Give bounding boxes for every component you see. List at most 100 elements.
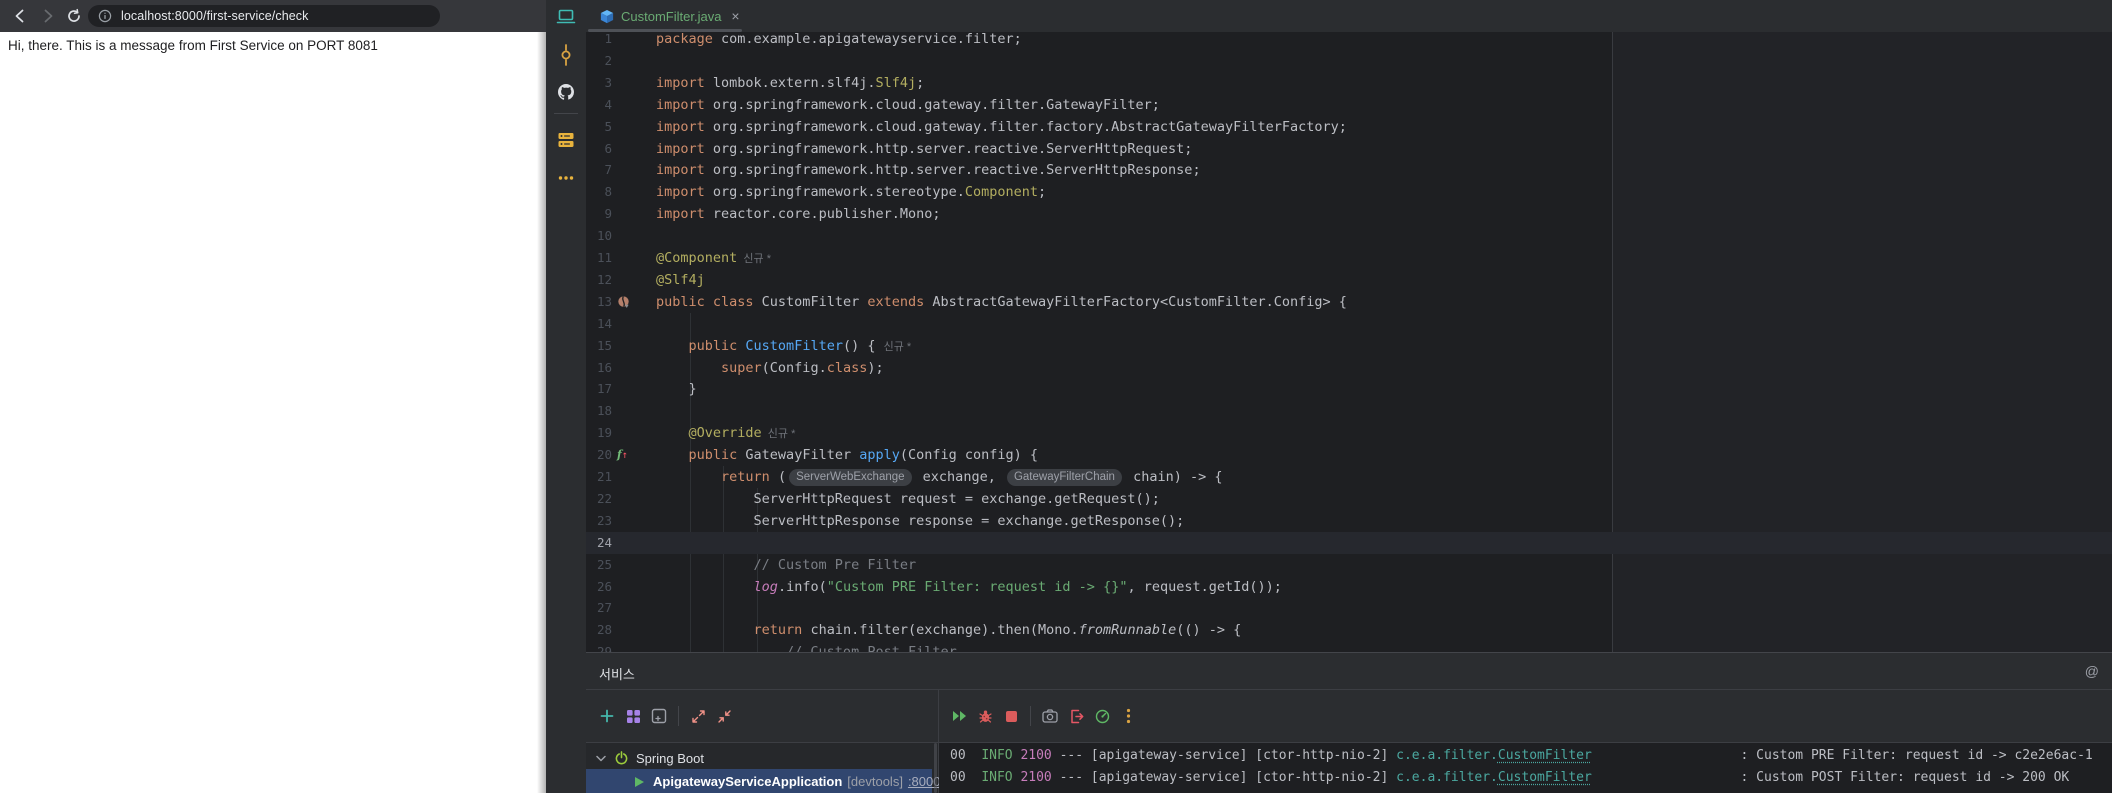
url-bar[interactable]: localhost:8000/first-service/check (88, 5, 440, 27)
logger-class-link[interactable]: CustomFilter (1498, 748, 1592, 763)
code-token: import (656, 74, 713, 91)
rerun-button[interactable] (946, 703, 972, 729)
screen: localhost:8000/first-service/check Hi, t… (0, 0, 2112, 793)
code-token: exchange, (914, 469, 1004, 485)
services-icon[interactable] (556, 130, 576, 150)
code-line[interactable]: 25 // Custom Pre Filter (586, 554, 2112, 576)
mention-at-icon[interactable]: @ (2085, 663, 2099, 679)
code-line[interactable]: 1 package com.example.apigatewayservice.f… (586, 32, 2112, 50)
tree-row-spring-boot[interactable]: Spring Boot (586, 747, 938, 769)
code-line[interactable]: 4 import org.springframework.cloud.gatewa… (586, 94, 2112, 116)
code-text: // Custom Post Filter (656, 641, 957, 652)
code-line[interactable]: 18 (586, 400, 2112, 422)
code-line[interactable]: 16 super(Config.class); (586, 357, 2112, 379)
code-line[interactable]: 10 (586, 225, 2112, 247)
line-number: 24 (596, 534, 612, 550)
code-line[interactable]: 27 (586, 597, 2112, 619)
code-line[interactable]: 20 f↑ public GatewayFilter apply(Config c… (586, 444, 2112, 466)
line-number: 20 (596, 447, 612, 463)
code-line[interactable]: 3 import lombok.extern.slf4j.Slf4j; (586, 72, 2112, 94)
add-service-button[interactable] (594, 703, 620, 729)
code-token: com.example.apigatewayservice.filter; (721, 32, 1022, 47)
code-text: import reactor.core.publisher.Mono; (656, 203, 940, 225)
run-toolbar-group (946, 690, 1141, 742)
code-token: super (721, 359, 762, 376)
code-line[interactable]: 13 public class CustomFilter extends Abst… (586, 291, 2112, 313)
code-line[interactable]: 23 ServerHttpResponse response = exchang… (586, 510, 2112, 532)
open-in-new-tab-icon[interactable] (646, 703, 672, 729)
gc-gauge-icon[interactable] (1089, 703, 1115, 729)
log-line[interactable]: 00 INFO 2100 --- [apigateway-service] [c… (950, 745, 2093, 766)
url-text[interactable]: localhost:8000/first-service/check (121, 9, 309, 23)
code-token: return (753, 622, 803, 639)
code-token: @Component (656, 250, 738, 266)
code-line[interactable]: 2 (586, 50, 2112, 72)
code-token: } (656, 381, 697, 398)
code-line[interactable]: 12 @Slf4j (586, 269, 2112, 291)
code-line[interactable]: 7 import org.springframework.http.server.… (586, 159, 2112, 181)
services-toolbar: 콘솔 Bean 상태 API 매핑 {..} (586, 690, 2112, 772)
code-line[interactable]: 14 (586, 313, 2112, 335)
code-line[interactable]: 5 import org.springframework.cloud.gatewa… (586, 116, 2112, 138)
line-number: 23 (596, 512, 612, 528)
remote-laptop-icon[interactable] (556, 7, 576, 27)
code-editor[interactable]: 1 package com.example.apigatewayservice.f… (586, 32, 2112, 652)
tree-scrollbar[interactable] (934, 743, 937, 793)
gutter-overriding-method-icon[interactable]: f↑ (617, 448, 631, 462)
collapse-all-button[interactable] (711, 703, 737, 729)
more-options-kebab-icon[interactable] (1115, 703, 1141, 729)
code-line[interactable]: 28 return chain.filter(exchange).then(Mo… (586, 619, 2112, 641)
code-token: org.springframework.cloud.gateway.filter… (712, 118, 1347, 135)
code-text: @Override 신규 * (656, 422, 796, 445)
code-text: // Custom Pre Filter (656, 554, 917, 576)
back-button[interactable] (8, 4, 32, 28)
code-line[interactable]: 19 @Override 신규 * (586, 422, 2112, 444)
console-output[interactable]: 00 INFO 2100 --- [apigateway-service] [c… (939, 743, 2112, 793)
services-panel-header[interactable]: 서비스 @ (586, 653, 2112, 690)
logger-class-link[interactable]: CustomFilter (1498, 770, 1592, 785)
gutter-spring-bean-icon[interactable] (617, 295, 631, 309)
line-number: 5 (604, 118, 612, 134)
expand-all-button[interactable] (685, 703, 711, 729)
code-line[interactable]: 8 import org.springframework.stereotype.C… (586, 181, 2112, 203)
code-line[interactable]: 17 } (586, 378, 2112, 400)
code-token: org.springframework.http.server.reactive… (712, 162, 1201, 179)
git-commit-icon[interactable] (556, 44, 576, 66)
code-line[interactable]: 21 return (ServerWebExchange exchange, G… (586, 466, 2112, 488)
line-number: 19 (596, 425, 612, 441)
code-line[interactable]: 29 // Custom Post Filter (586, 641, 2112, 652)
code-line[interactable]: 11 @Component 신규 * (586, 247, 2112, 269)
page-message: Hi, there. This is a message from First … (8, 38, 378, 53)
code-line[interactable]: 22 ServerHttpRequest request = exchange.… (586, 488, 2112, 510)
stop-button[interactable] (998, 703, 1024, 729)
group-by-icon[interactable] (620, 703, 646, 729)
line-number: 13 (596, 293, 612, 309)
code-token: // Custom Pre Filter (656, 556, 917, 573)
chevron-down-icon[interactable] (596, 755, 606, 762)
log-line[interactable]: 00 INFO 2100 --- [apigateway-service] [c… (950, 767, 2069, 788)
tree-row-application[interactable]: ApigatewayServiceApplication [devtools] … (586, 769, 944, 793)
code-token: public class (656, 293, 762, 310)
forward-button[interactable] (36, 4, 60, 28)
code-line[interactable]: 24 (586, 531, 2112, 554)
code-token: (Config config) { (899, 447, 1039, 464)
line-number: 18 (596, 403, 612, 419)
more-tool-windows-icon[interactable] (556, 168, 576, 188)
code-token: GatewayFilter (745, 447, 860, 464)
debug-button[interactable] (972, 703, 998, 729)
code-token: chain) -> { (1124, 469, 1223, 485)
back-arrow-icon (12, 8, 28, 24)
github-icon[interactable] (556, 82, 576, 102)
thread-dump-camera-icon[interactable] (1037, 703, 1063, 729)
code-line[interactable]: 15 public CustomFilter() { 신규 * (586, 335, 2112, 357)
tab-close-icon[interactable]: × (731, 8, 739, 24)
site-info-icon[interactable] (98, 9, 112, 23)
reload-button[interactable] (62, 4, 86, 28)
exit-application-icon[interactable] (1063, 703, 1089, 729)
tab-customfilter-java[interactable]: CustomFilter.java × (590, 0, 750, 32)
code-line[interactable]: 6 import org.springframework.http.server.… (586, 138, 2112, 160)
line-number: 21 (596, 469, 612, 484)
code-line[interactable]: 26 log.info("Custom PRE Filter: request … (586, 576, 2112, 598)
code-line[interactable]: 9 import reactor.core.publisher.Mono; (586, 203, 2112, 225)
